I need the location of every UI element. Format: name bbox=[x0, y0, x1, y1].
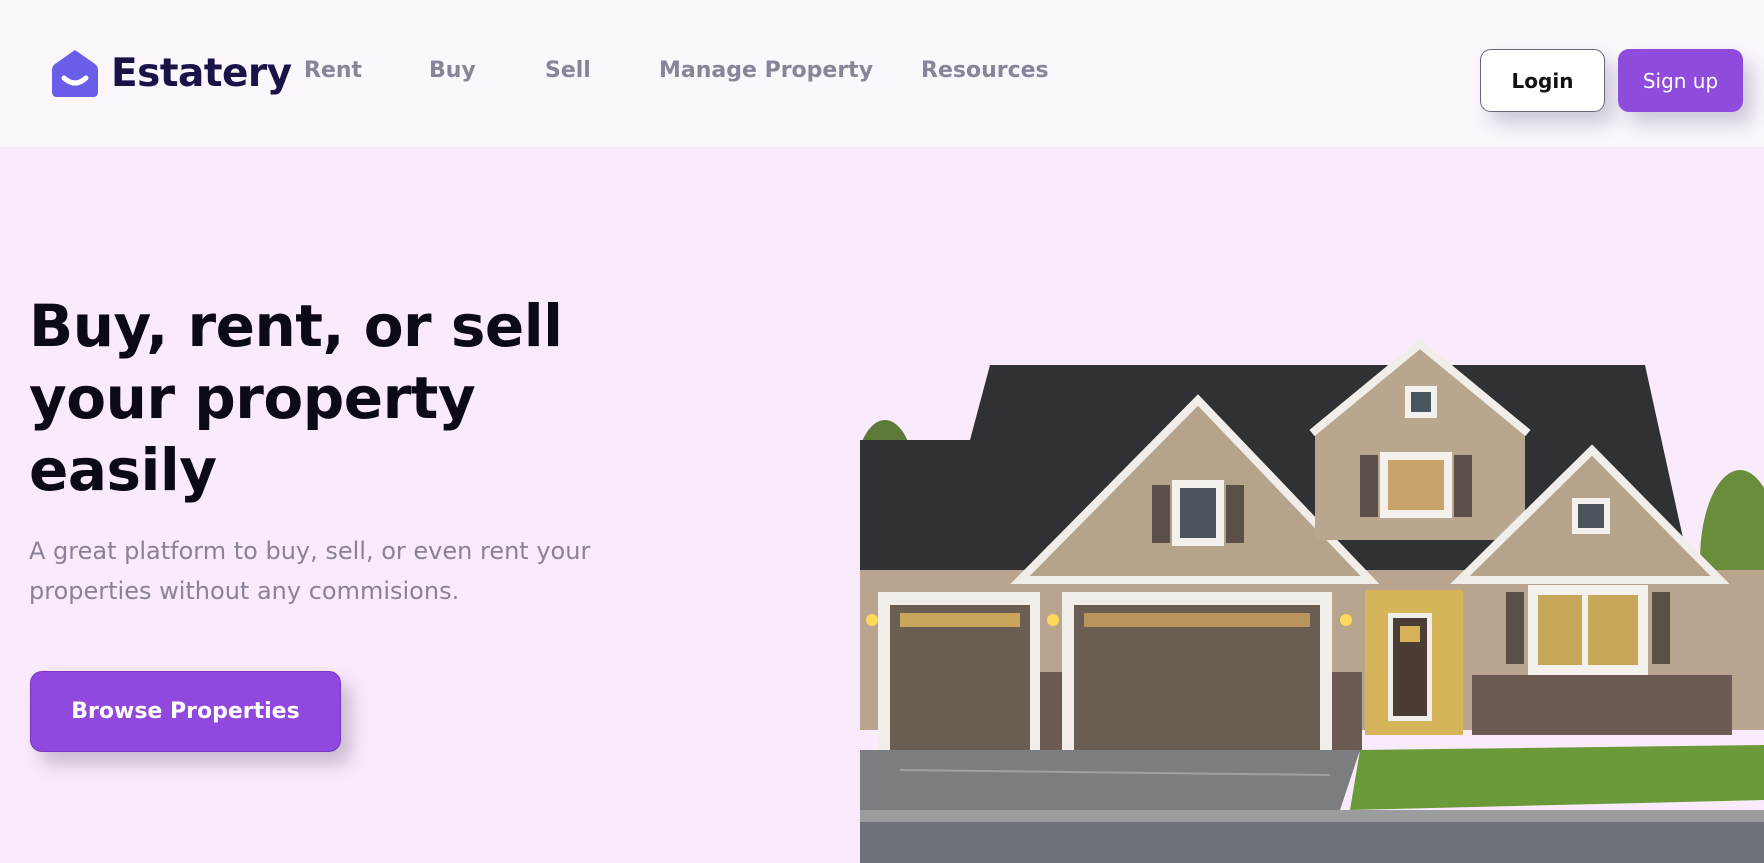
login-button[interactable]: Login bbox=[1480, 49, 1605, 112]
hero-house-image bbox=[860, 330, 1764, 863]
signup-button[interactable]: Sign up bbox=[1618, 49, 1743, 112]
hero-title: Buy, rent, or sell your property easily bbox=[29, 292, 563, 504]
nav-item-buy[interactable]: Buy bbox=[429, 58, 476, 83]
site-header: Estatery Rent Buy Sell Manage Property R… bbox=[0, 0, 1764, 147]
nav-item-sell[interactable]: Sell bbox=[545, 58, 591, 83]
suburban-house-photo bbox=[860, 338, 1764, 863]
brand-name: Estatery bbox=[111, 50, 292, 96]
nav-item-resources[interactable]: Resources bbox=[921, 58, 1049, 83]
browse-properties-button[interactable]: Browse Properties bbox=[30, 671, 341, 752]
nav-item-manage-property[interactable]: Manage Property bbox=[659, 58, 873, 83]
logo[interactable]: Estatery bbox=[51, 48, 292, 98]
house-smile-logo-icon bbox=[52, 50, 98, 97]
hero-subtitle: A great platform to buy, sell, or even r… bbox=[29, 537, 591, 605]
nav-item-rent[interactable]: Rent bbox=[304, 58, 362, 83]
